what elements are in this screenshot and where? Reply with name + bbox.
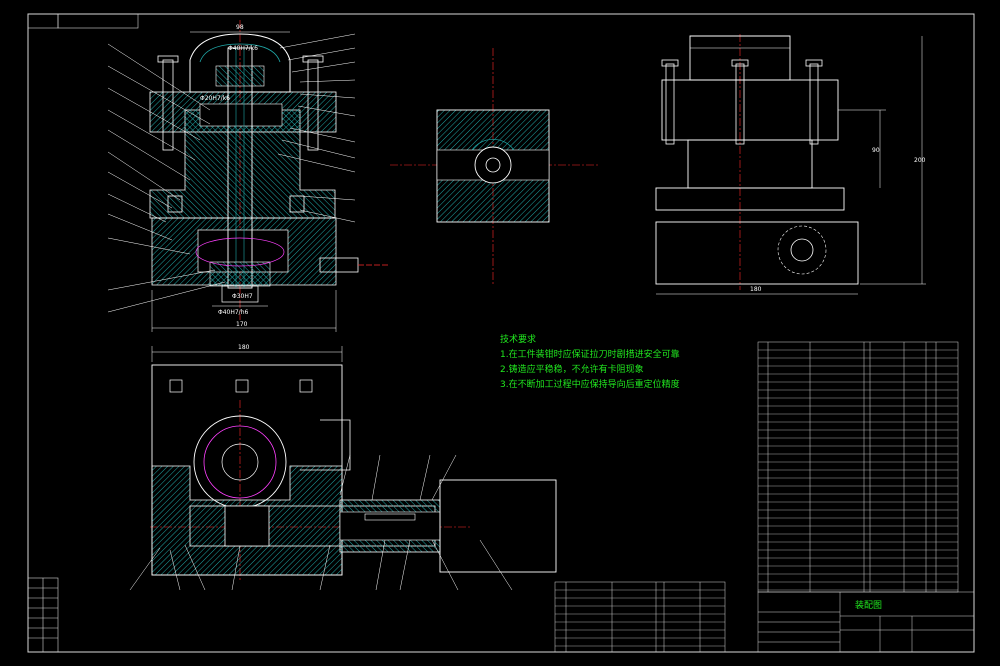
plan-holes <box>169 379 313 393</box>
border-tab-top <box>57 13 139 29</box>
parts-list-rows <box>758 349 958 591</box>
front-flange-inner <box>199 103 283 127</box>
plan-worm-gear <box>224 505 270 547</box>
elev-base <box>655 221 859 285</box>
dim-side-height-total: 200 <box>914 157 926 164</box>
dim-side-width: 180 <box>750 286 762 293</box>
plan-bracket <box>300 419 351 471</box>
plan-sleeve-bore <box>339 511 441 541</box>
dim-base-width: 170 <box>236 321 248 328</box>
tech-req-heading: 技术要求 <box>500 335 537 345</box>
dim-side-height-inner: 90 <box>872 147 880 154</box>
elev-dim-lines <box>656 36 926 295</box>
dim-fit-bottom: Φ40H7/h6 <box>218 309 249 316</box>
dim-fit-upper: Φ40H7/k6 <box>228 45 258 52</box>
tech-req-item-3: 3.在不断加工过程中应保持导向后重定位精度 <box>500 380 680 390</box>
parts-list-lower <box>554 581 726 653</box>
front-section-view: 98 Φ40H7/k6 Φ20H7/k6 Φ30H7 Φ40H7/h6 170 <box>107 20 390 332</box>
tech-req-item-2: 2.铸造应平稳稳，不允许有卡阻现象 <box>500 365 644 375</box>
front-bushing-upper <box>215 65 265 87</box>
elev-flange <box>661 79 839 141</box>
side-section-view <box>390 48 600 285</box>
plan-motor <box>439 479 557 573</box>
elev-base-bore-outer <box>777 225 827 275</box>
technical-requirements: 技术要求 1.在工件装钳时应保证拉刀时剧措进安全可靠 2.铸造应平稳稳，不允许有… <box>500 333 680 393</box>
elev-body <box>687 139 813 189</box>
dim-fit-small: Φ20H7/k6 <box>200 95 230 102</box>
tech-req-item-1: 1.在工件装钳时应保证拉刀时剧措进安全可靠 <box>500 350 680 360</box>
binding-margin <box>27 13 59 29</box>
front-bushing-lower <box>209 261 271 287</box>
dim-fit-mid: Φ30H7 <box>232 293 253 300</box>
elev-bolts <box>661 59 823 145</box>
dim-plan-width: 180 <box>238 344 250 351</box>
elev-collar <box>655 187 845 211</box>
elev-base-bore <box>790 238 814 262</box>
side-bore <box>474 146 512 184</box>
drawing-title: 装配图 <box>855 601 883 611</box>
parts-list <box>757 341 959 593</box>
right-elevation-view: 180 90 200 <box>655 34 926 295</box>
dim-top-width: 98 <box>236 24 244 31</box>
parts-list-lower-rows <box>555 589 725 647</box>
revision-strip <box>27 577 59 653</box>
plan-view: 180 <box>129 344 557 591</box>
